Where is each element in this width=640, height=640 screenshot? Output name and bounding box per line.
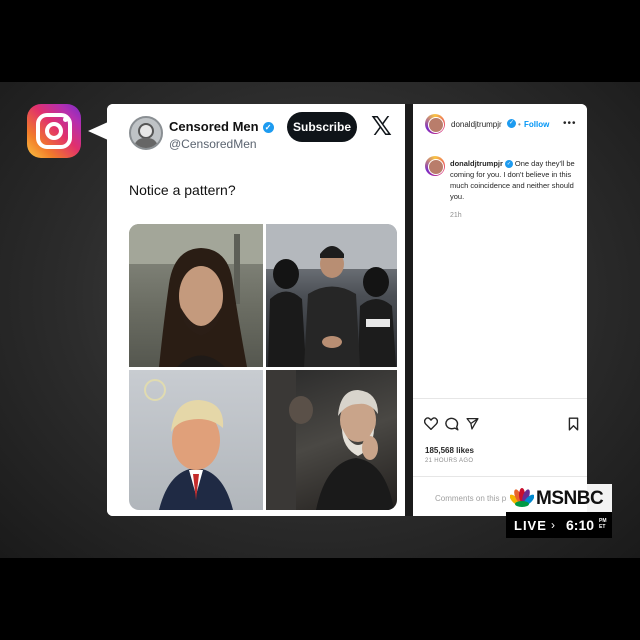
time-zone: PM ET: [599, 518, 607, 530]
broadcast-time: 6:10: [566, 517, 595, 533]
subscribe-button[interactable]: Subscribe: [287, 112, 357, 142]
x-logo-icon: 𝕏: [371, 112, 392, 142]
verified-badge-icon: ✓: [507, 119, 516, 128]
posted-timestamp: 21 HOURS AGO: [425, 458, 474, 464]
post-comparison-card: Censored Men ✓ @CensoredMen Subscribe 𝕏 N…: [107, 104, 587, 516]
comment-input[interactable]: Comments on this post: [435, 494, 517, 503]
network-logo: MSNBC: [506, 484, 612, 512]
avatar[interactable]: [425, 156, 445, 176]
divider: [413, 476, 587, 477]
avatar[interactable]: [425, 114, 445, 134]
chevron-right-icon: ›: [551, 518, 555, 532]
peacock-logo-icon: [510, 488, 534, 507]
caption-time: 21h: [450, 212, 462, 219]
photo-bearded-man[interactable]: [266, 370, 397, 510]
photo-mugshot[interactable]: [129, 370, 263, 510]
network-name: MSNBC: [536, 488, 604, 509]
instagram-post-panel: donaldjtrumpjr ✓ • Follow ••• donaldjtru…: [413, 104, 587, 516]
more-options-button[interactable]: •••: [563, 118, 577, 129]
author-name[interactable]: Censored Men ✓: [169, 119, 274, 134]
post-caption: donaldjtrumpjr ✓ One day they'll be coming…: [450, 158, 578, 202]
callout-pointer: [88, 122, 108, 140]
panel-divider: [405, 104, 413, 516]
separator-dot: •: [518, 120, 521, 129]
avatar[interactable]: [129, 116, 163, 150]
photo-grid: [129, 224, 397, 510]
photo-long-hair-man[interactable]: [129, 224, 263, 367]
instagram-logo-icon: [27, 104, 81, 158]
photo-escorted-man[interactable]: [266, 224, 397, 367]
follow-button[interactable]: Follow: [524, 120, 549, 129]
tweet-text: Notice a pattern?: [129, 182, 236, 198]
divider: [413, 398, 587, 399]
heart-icon[interactable]: [424, 417, 438, 430]
verified-badge-icon: ✓: [262, 122, 274, 133]
network-bug: MSNBC LIVE › 6:10 PM ET: [506, 484, 612, 538]
share-icon[interactable]: [466, 417, 479, 430]
comment-icon[interactable]: [445, 417, 459, 431]
post-username[interactable]: donaldjtrumpjr: [451, 120, 502, 129]
caption-username[interactable]: donaldjtrumpjr: [450, 159, 503, 168]
bookmark-icon[interactable]: [568, 417, 579, 431]
verified-badge-icon: ✓: [504, 160, 513, 168]
likes-count[interactable]: 185,568 likes: [425, 446, 474, 455]
live-bar: LIVE › 6:10 PM ET: [506, 512, 612, 538]
tweet-card: Censored Men ✓ @CensoredMen Subscribe 𝕏 N…: [107, 104, 405, 516]
live-label: LIVE: [514, 518, 547, 533]
author-handle[interactable]: @CensoredMen: [169, 137, 257, 151]
